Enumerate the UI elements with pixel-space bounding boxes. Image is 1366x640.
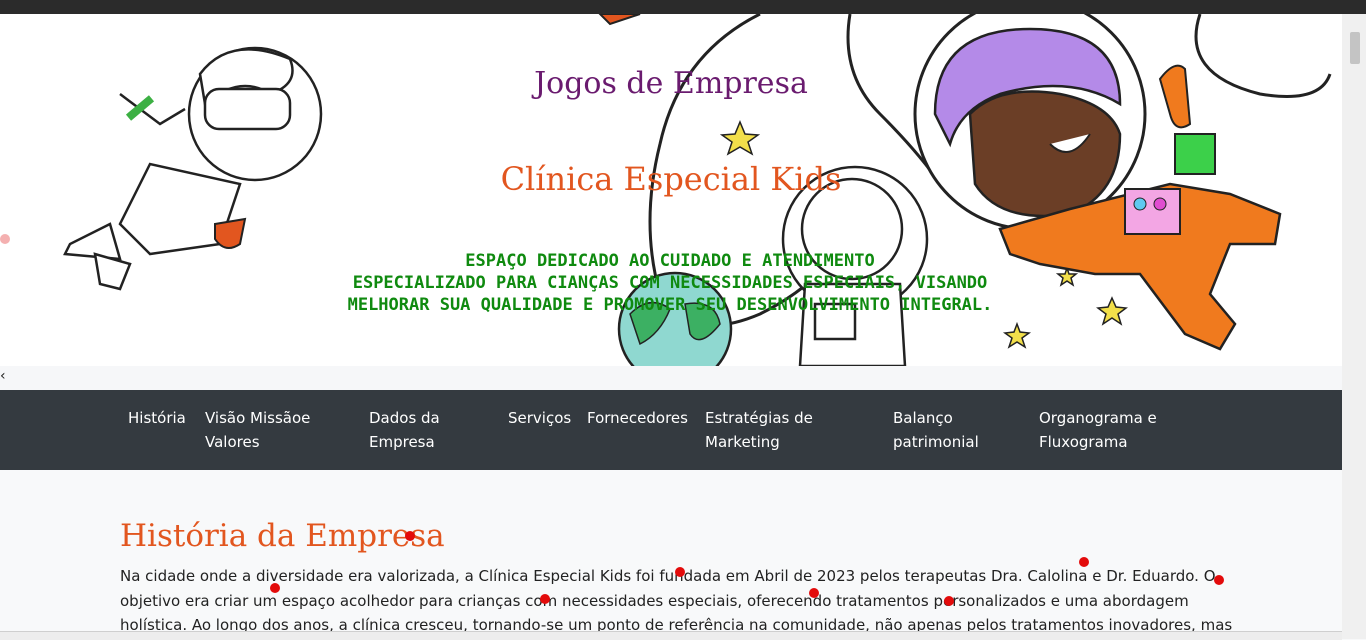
scrollbar-thumb[interactable] xyxy=(1350,32,1360,64)
nav-item-label: patrimonial xyxy=(893,433,979,451)
main-navigation: História Visão Missãoe Valores Dados da … xyxy=(0,390,1342,470)
marker-dot xyxy=(270,583,280,593)
carousel-prev-icon[interactable]: ‹ xyxy=(0,368,6,384)
nav-item-label: Fornecedores xyxy=(587,409,688,427)
nav-item-label: Estratégias de xyxy=(705,409,813,427)
marker-dot xyxy=(809,588,819,598)
nav-item-visao-missao-valores[interactable]: Visão Missãoe Valores xyxy=(205,406,310,454)
carousel-indicator-dot[interactable] xyxy=(0,234,10,244)
section-title: História da Empresa xyxy=(120,518,445,554)
nav-item-label: Valores xyxy=(205,433,260,451)
marker-dot xyxy=(1214,575,1224,585)
nav-item-organograma-fluxograma[interactable]: Organograma e Fluxograma xyxy=(1039,406,1157,454)
rocket-tail-drawing xyxy=(598,14,641,26)
slogan-line: ESPECIALIZADO PARA CIANÇAS COM NECESSIDA… xyxy=(352,273,988,293)
marker-dot xyxy=(944,596,954,606)
nav-item-label: Organograma e xyxy=(1039,409,1157,427)
clinic-title: Clínica Especial Kids xyxy=(500,160,842,198)
browser-top-bar xyxy=(0,0,1366,14)
history-paragraph: Na cidade onde a diversidade era valoriz… xyxy=(120,564,1232,638)
history-section: História da Empresa Na cidade onde a div… xyxy=(0,470,1342,639)
nav-item-estrategias-marketing[interactable]: Estratégias de Marketing xyxy=(705,406,813,454)
marker-dot xyxy=(1079,557,1089,567)
nav-item-dados-empresa[interactable]: Dados da Empresa xyxy=(369,406,440,454)
nav-item-fornecedores[interactable]: Fornecedores xyxy=(587,406,688,430)
paragraph-line: objetivo era criar um espaço acolhedor p… xyxy=(120,591,1189,610)
page-scrollbar[interactable] xyxy=(1342,14,1366,639)
slogan-line: ESPAÇO DEDICADO AO CUIDADO E ATENDIMENTO xyxy=(465,251,875,271)
nav-item-label: Empresa xyxy=(369,433,435,451)
nav-item-servicos[interactable]: Serviços xyxy=(508,406,571,430)
slogan-line: MELHORAR SUA QUALIDADE E PROMOVER SEU DE… xyxy=(347,295,993,315)
nav-item-label: Marketing xyxy=(705,433,780,451)
slogan: ESPAÇO DEDICADO AO CUIDADO E ATENDIMENTO… xyxy=(290,250,1050,316)
hero-banner: Jogos de Empresa Clínica Especial Kids E… xyxy=(0,14,1342,366)
nav-item-label: Dados da xyxy=(369,409,440,427)
nav-item-label: Visão Missãoe xyxy=(205,409,311,427)
nav-item-label: Fluxograma xyxy=(1039,433,1128,451)
marker-dot xyxy=(675,567,685,577)
nav-item-balanco-patrimonial[interactable]: Balanço patrimonial xyxy=(893,406,979,454)
carousel-control-strip: ‹ xyxy=(0,366,1342,390)
nav-item-historia[interactable]: História xyxy=(128,406,186,430)
marker-dot xyxy=(540,594,550,604)
nav-item-label: Serviços xyxy=(508,409,572,427)
paragraph-line: Na cidade onde a diversidade era valoriz… xyxy=(120,567,1216,585)
nav-item-label: Balanço xyxy=(893,409,953,427)
marker-dot xyxy=(405,531,415,541)
nav-item-label: História xyxy=(128,409,186,427)
company-title: Jogos de Empresa xyxy=(534,66,808,101)
